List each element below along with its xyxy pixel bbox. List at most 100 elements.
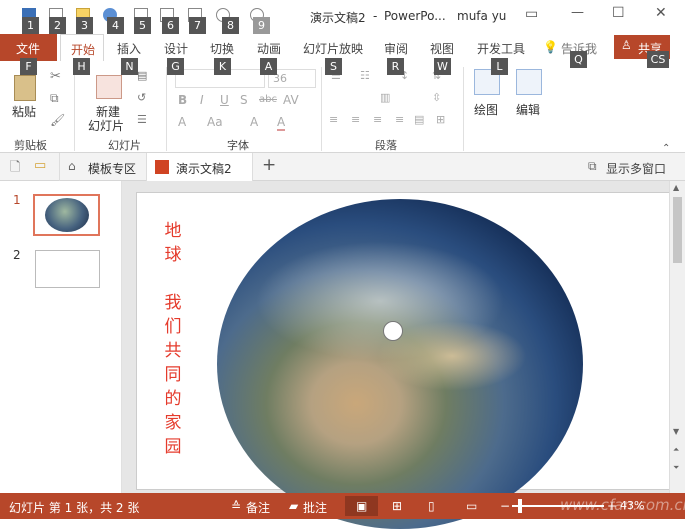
notes-button[interactable]: 备注 <box>246 499 270 516</box>
paste-label[interactable]: 粘贴 <box>12 103 36 120</box>
keytip-9: 9 <box>253 17 270 34</box>
sorter-view-icon[interactable]: ⊞ <box>392 499 402 513</box>
keytip-7: 7 <box>189 17 206 34</box>
minimize-icon[interactable]: — <box>571 5 584 20</box>
scroll-down-icon[interactable]: ▼ <box>673 427 679 436</box>
tab-view[interactable]: 视图 <box>430 40 454 57</box>
slide-text-home[interactable]: 我们共同的家园 <box>163 291 183 459</box>
tab-template[interactable]: ⌂ 模板专区 <box>59 153 147 181</box>
keytip-slideshow: S <box>325 58 342 75</box>
editing-label[interactable]: 编辑 <box>516 101 540 118</box>
ribbon-home: 粘贴 ✂ ⧉ 🖌 剪贴板 新建 幻灯片 ▤ ↺ ☰ 幻灯片 36 B I U S… <box>0 61 685 154</box>
keytip-view: W <box>434 58 451 75</box>
align-text-icon[interactable]: ⇳ <box>432 91 441 104</box>
keytip-insert: N <box>121 58 138 75</box>
layout-icon[interactable]: ▤ <box>137 69 147 82</box>
grow-font-button[interactable]: A <box>250 115 258 129</box>
distribute-icon[interactable]: ▤ <box>414 113 424 126</box>
scroll-thumb[interactable] <box>673 197 682 263</box>
smartart-icon[interactable]: ⊞ <box>436 113 445 126</box>
bold-button[interactable]: B <box>178 93 187 107</box>
section-icon[interactable]: ☰ <box>137 113 147 126</box>
slide-thumbnail-1[interactable] <box>33 194 100 236</box>
slide-canvas-area: 地球 我们共同的家园 ▲ ▼ ⏶ ⏷ <box>122 181 685 529</box>
reading-view-icon[interactable]: ▯ <box>428 499 435 513</box>
keytip-developer: L <box>491 58 508 75</box>
change-case-button[interactable]: Aa <box>207 115 223 129</box>
tab-template-label: 模板专区 <box>88 162 137 176</box>
divider <box>74 67 75 151</box>
keytip-home: H <box>73 58 90 75</box>
multi-window-button[interactable]: 显示多窗口 <box>606 160 666 177</box>
comments-button[interactable]: 批注 <box>303 499 327 516</box>
divider <box>321 67 322 151</box>
cut-icon[interactable]: ✂ <box>50 69 61 84</box>
underline-button[interactable]: U <box>220 93 229 107</box>
file-tab[interactable]: 文件 <box>0 34 57 61</box>
multi-window-icon[interactable]: ⧉ <box>588 159 597 174</box>
drawing-label[interactable]: 绘图 <box>474 101 498 118</box>
rotate-handle-icon[interactable] <box>383 321 403 341</box>
slide-thumbnail-2[interactable] <box>35 250 100 288</box>
new-slide-icon[interactable] <box>96 75 122 99</box>
zoom-slider-thumb[interactable] <box>518 499 522 513</box>
tab-insert[interactable]: 插入 <box>117 40 141 57</box>
strike-button[interactable]: S <box>240 93 248 107</box>
italic-button[interactable]: I <box>200 93 204 107</box>
earth-image[interactable] <box>217 199 583 529</box>
columns-icon[interactable]: ▥ <box>380 91 390 104</box>
tab-slideshow[interactable]: 幻灯片放映 <box>303 40 363 57</box>
char-spacing-button[interactable]: AV <box>283 93 299 107</box>
font-color-button[interactable]: A <box>277 115 286 131</box>
tab-review[interactable]: 审阅 <box>384 40 408 57</box>
notes-icon[interactable]: ≙ <box>231 499 241 513</box>
copy-icon[interactable]: ⧉ <box>50 91 59 106</box>
slide-thumbnails: 1 2 <box>0 181 122 493</box>
font-size-a-button[interactable]: A <box>178 115 186 129</box>
title-separator: - <box>373 9 378 23</box>
zoom-out-icon[interactable]: − <box>500 499 510 513</box>
paste-icon[interactable] <box>14 75 36 101</box>
keytip-file: F <box>20 58 37 75</box>
slide-text-earth[interactable]: 地球 <box>163 219 183 267</box>
numbering-icon[interactable]: ☷ <box>360 69 370 82</box>
comment-icon[interactable]: ▰ <box>289 499 298 513</box>
scroll-up-icon[interactable]: ▲ <box>673 183 679 192</box>
tab-home[interactable]: 开始 <box>60 34 104 61</box>
new-doc-icon[interactable]: 🗋 <box>10 158 20 180</box>
close-icon[interactable]: ✕ <box>655 5 667 21</box>
reset-icon[interactable]: ↺ <box>137 91 146 104</box>
vertical-scrollbar[interactable]: ▲ ▼ ⏶ ⏷ <box>669 181 685 493</box>
tab-design[interactable]: 设计 <box>164 40 188 57</box>
prev-slide-icon[interactable]: ⏶ <box>673 445 679 455</box>
app-title: PowerPo... <box>384 9 446 23</box>
keytip-animations: A <box>260 58 277 75</box>
slide[interactable]: 地球 我们共同的家园 <box>136 192 670 529</box>
align-center-icon[interactable]: ≡ <box>351 113 360 126</box>
user-name[interactable]: mufa yu <box>457 9 506 23</box>
keytip-2: 2 <box>49 17 66 34</box>
keytip-1: 1 <box>22 17 39 34</box>
next-slide-icon[interactable]: ⏷ <box>673 463 679 473</box>
maximize-icon[interactable]: ☐ <box>612 5 625 21</box>
normal-view-icon: ▣ <box>356 499 368 513</box>
justify-icon[interactable]: ≡ <box>395 113 404 126</box>
align-right-icon[interactable]: ≡ <box>373 113 382 126</box>
keytip-6: 6 <box>162 17 179 34</box>
search-icon[interactable] <box>516 69 542 95</box>
tab-document[interactable]: 演示文稿2 <box>147 153 253 182</box>
folder-icon[interactable]: ▭ <box>34 158 46 173</box>
strikethrough-abc-button[interactable]: abc <box>259 94 277 105</box>
new-slide-label-2[interactable]: 幻灯片 <box>88 117 124 134</box>
keytip-4: 4 <box>107 17 124 34</box>
tab-animations[interactable]: 动画 <box>257 40 281 57</box>
tab-developer[interactable]: 开发工具 <box>477 40 525 57</box>
tab-transitions[interactable]: 切换 <box>210 40 234 57</box>
ribbon-display-icon[interactable]: ▭ <box>525 6 538 22</box>
add-tab-button[interactable]: + <box>262 155 276 175</box>
format-painter-icon[interactable]: 🖌 <box>50 113 65 127</box>
divider <box>166 67 167 151</box>
keytip-5: 5 <box>134 17 151 34</box>
slideshow-view-icon[interactable]: ▭ <box>466 499 477 513</box>
align-left-icon[interactable]: ≡ <box>329 113 338 126</box>
